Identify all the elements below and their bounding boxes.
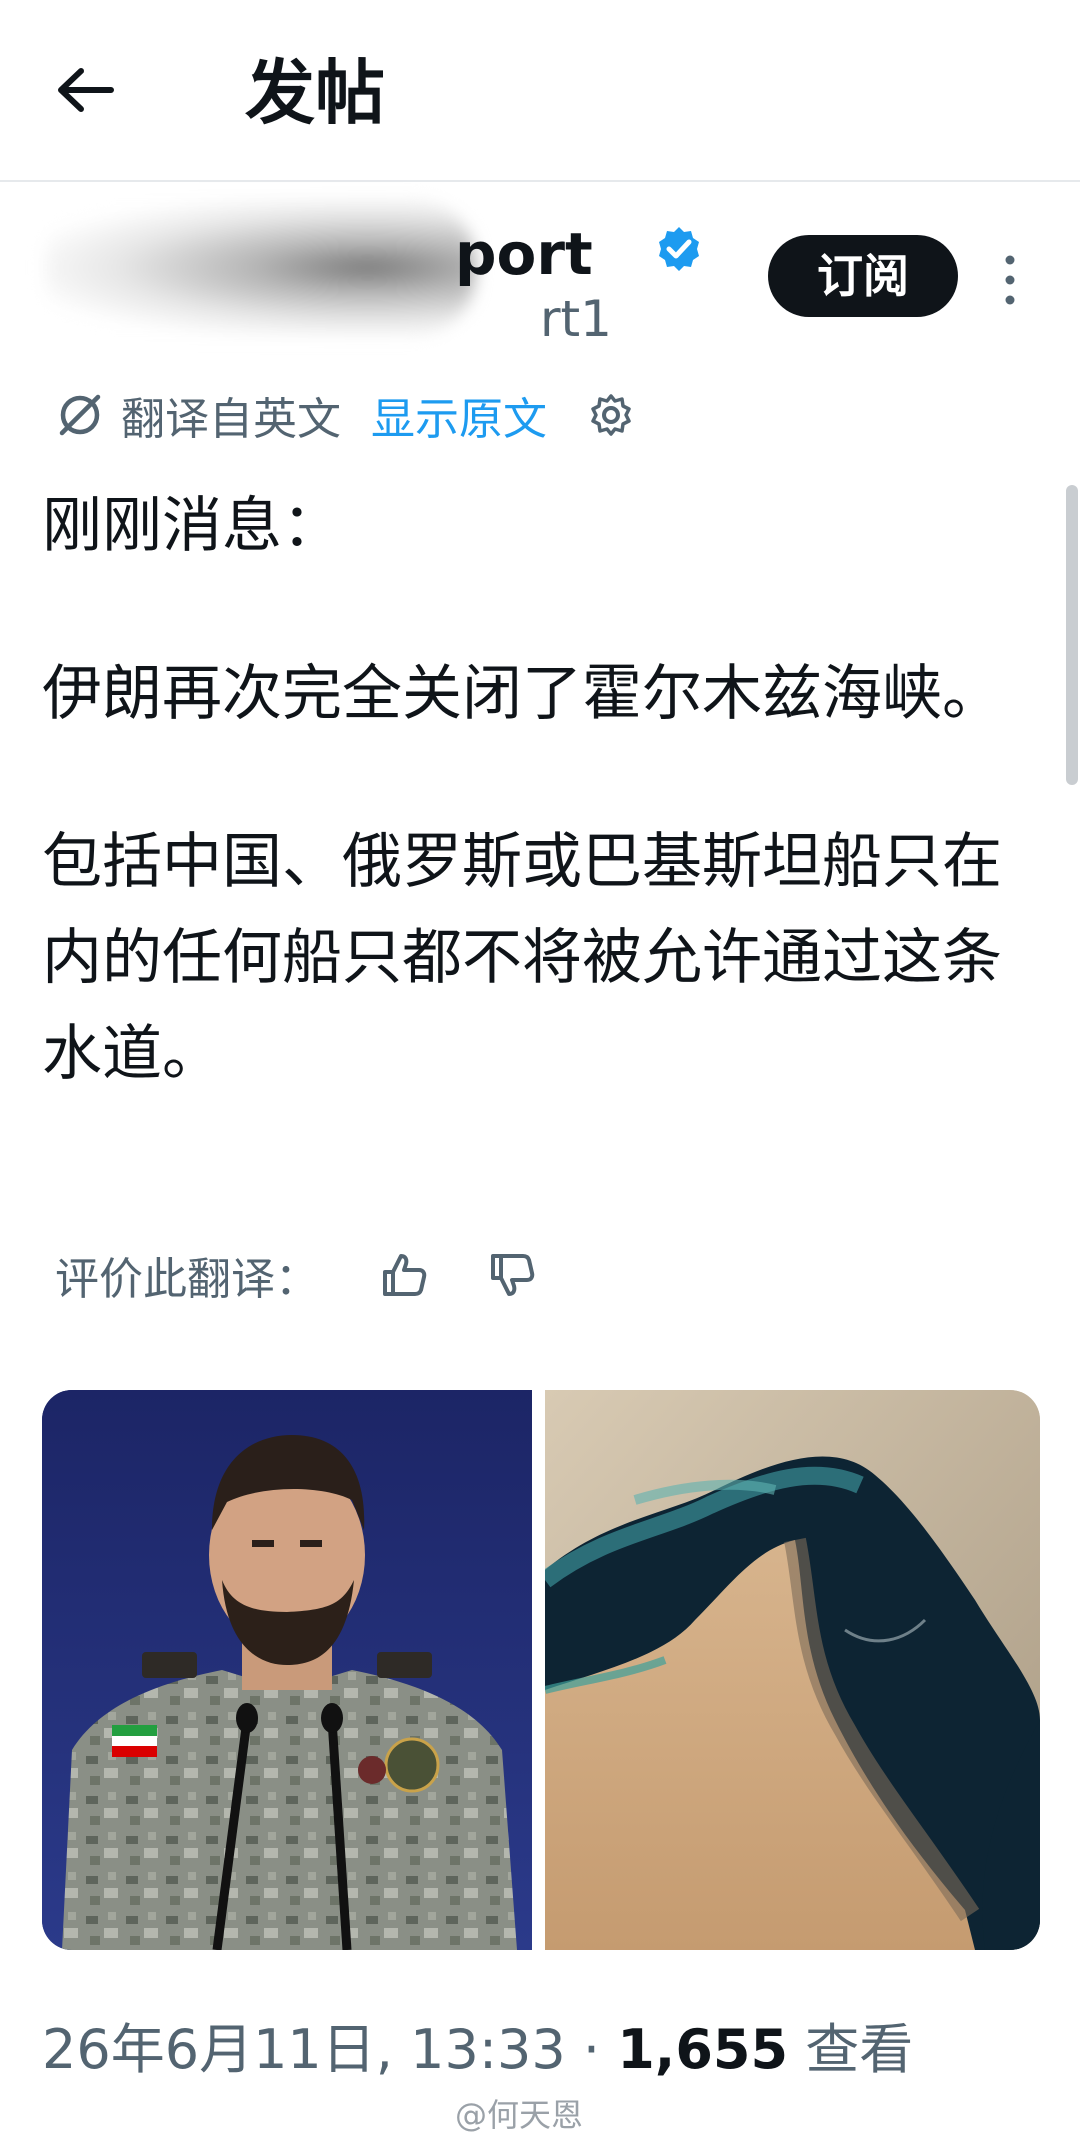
meta-separator: · — [565, 2018, 618, 2081]
subscribe-button[interactable]: 订阅 — [768, 235, 958, 317]
translated-from-label: 翻译自英文 — [121, 394, 341, 445]
page-title: 发帖 — [245, 52, 385, 134]
post-paragraph: 包括中国、俄罗斯或巴基斯坦船只在内的任何船只都不将被允许通过这条水道。 — [42, 827, 1002, 1089]
author-row: port rt1 订阅 — [0, 190, 1080, 350]
back-button[interactable] — [55, 50, 145, 130]
views-count: 1,655 — [617, 2018, 789, 2081]
arrow-left-icon — [58, 68, 114, 112]
post-meta: 26年6月11日, 13:33 · 1,655 查看 — [42, 2005, 913, 2084]
redacted-author-area — [45, 200, 475, 335]
post-paragraph: 刚刚消息： — [42, 491, 342, 561]
watermark: @何天恩 — [455, 2096, 584, 2134]
author-handle: rt1 — [540, 290, 612, 348]
gear-icon[interactable] — [589, 393, 633, 437]
thumbs-down-icon[interactable] — [487, 1250, 537, 1300]
post-text: 刚刚消息： 伊朗再次完全关闭了霍尔木兹海峡。 包括中国、俄罗斯或巴基斯坦船只在内… — [42, 478, 1032, 1174]
thumbs-up-icon[interactable] — [379, 1250, 429, 1300]
views-label: 查看 — [805, 2018, 914, 2081]
more-vertical-icon[interactable] — [995, 250, 1025, 310]
translation-row: 翻译自英文 显示原文 — [55, 380, 633, 450]
top-bar: 发帖 — [0, 0, 1080, 182]
verified-badge-icon — [659, 227, 699, 271]
post-timestamp: 26年6月11日, 13:33 — [42, 2018, 566, 2081]
rate-translation-row: 评价此翻译： — [55, 1240, 537, 1310]
media-grid — [42, 1390, 1040, 1950]
translate-icon — [59, 394, 101, 436]
satellite-map-image[interactable] — [545, 1390, 1040, 1950]
photo-spokesperson[interactable] — [42, 1390, 532, 1950]
post-paragraph: 伊朗再次完全关闭了霍尔木兹海峡。 — [42, 659, 1002, 729]
show-original-link[interactable]: 显示原文 — [371, 383, 547, 447]
rate-translation-label: 评价此翻译： — [55, 1254, 319, 1305]
scrollbar[interactable] — [1066, 485, 1078, 785]
author-name[interactable]: port — [455, 220, 593, 288]
